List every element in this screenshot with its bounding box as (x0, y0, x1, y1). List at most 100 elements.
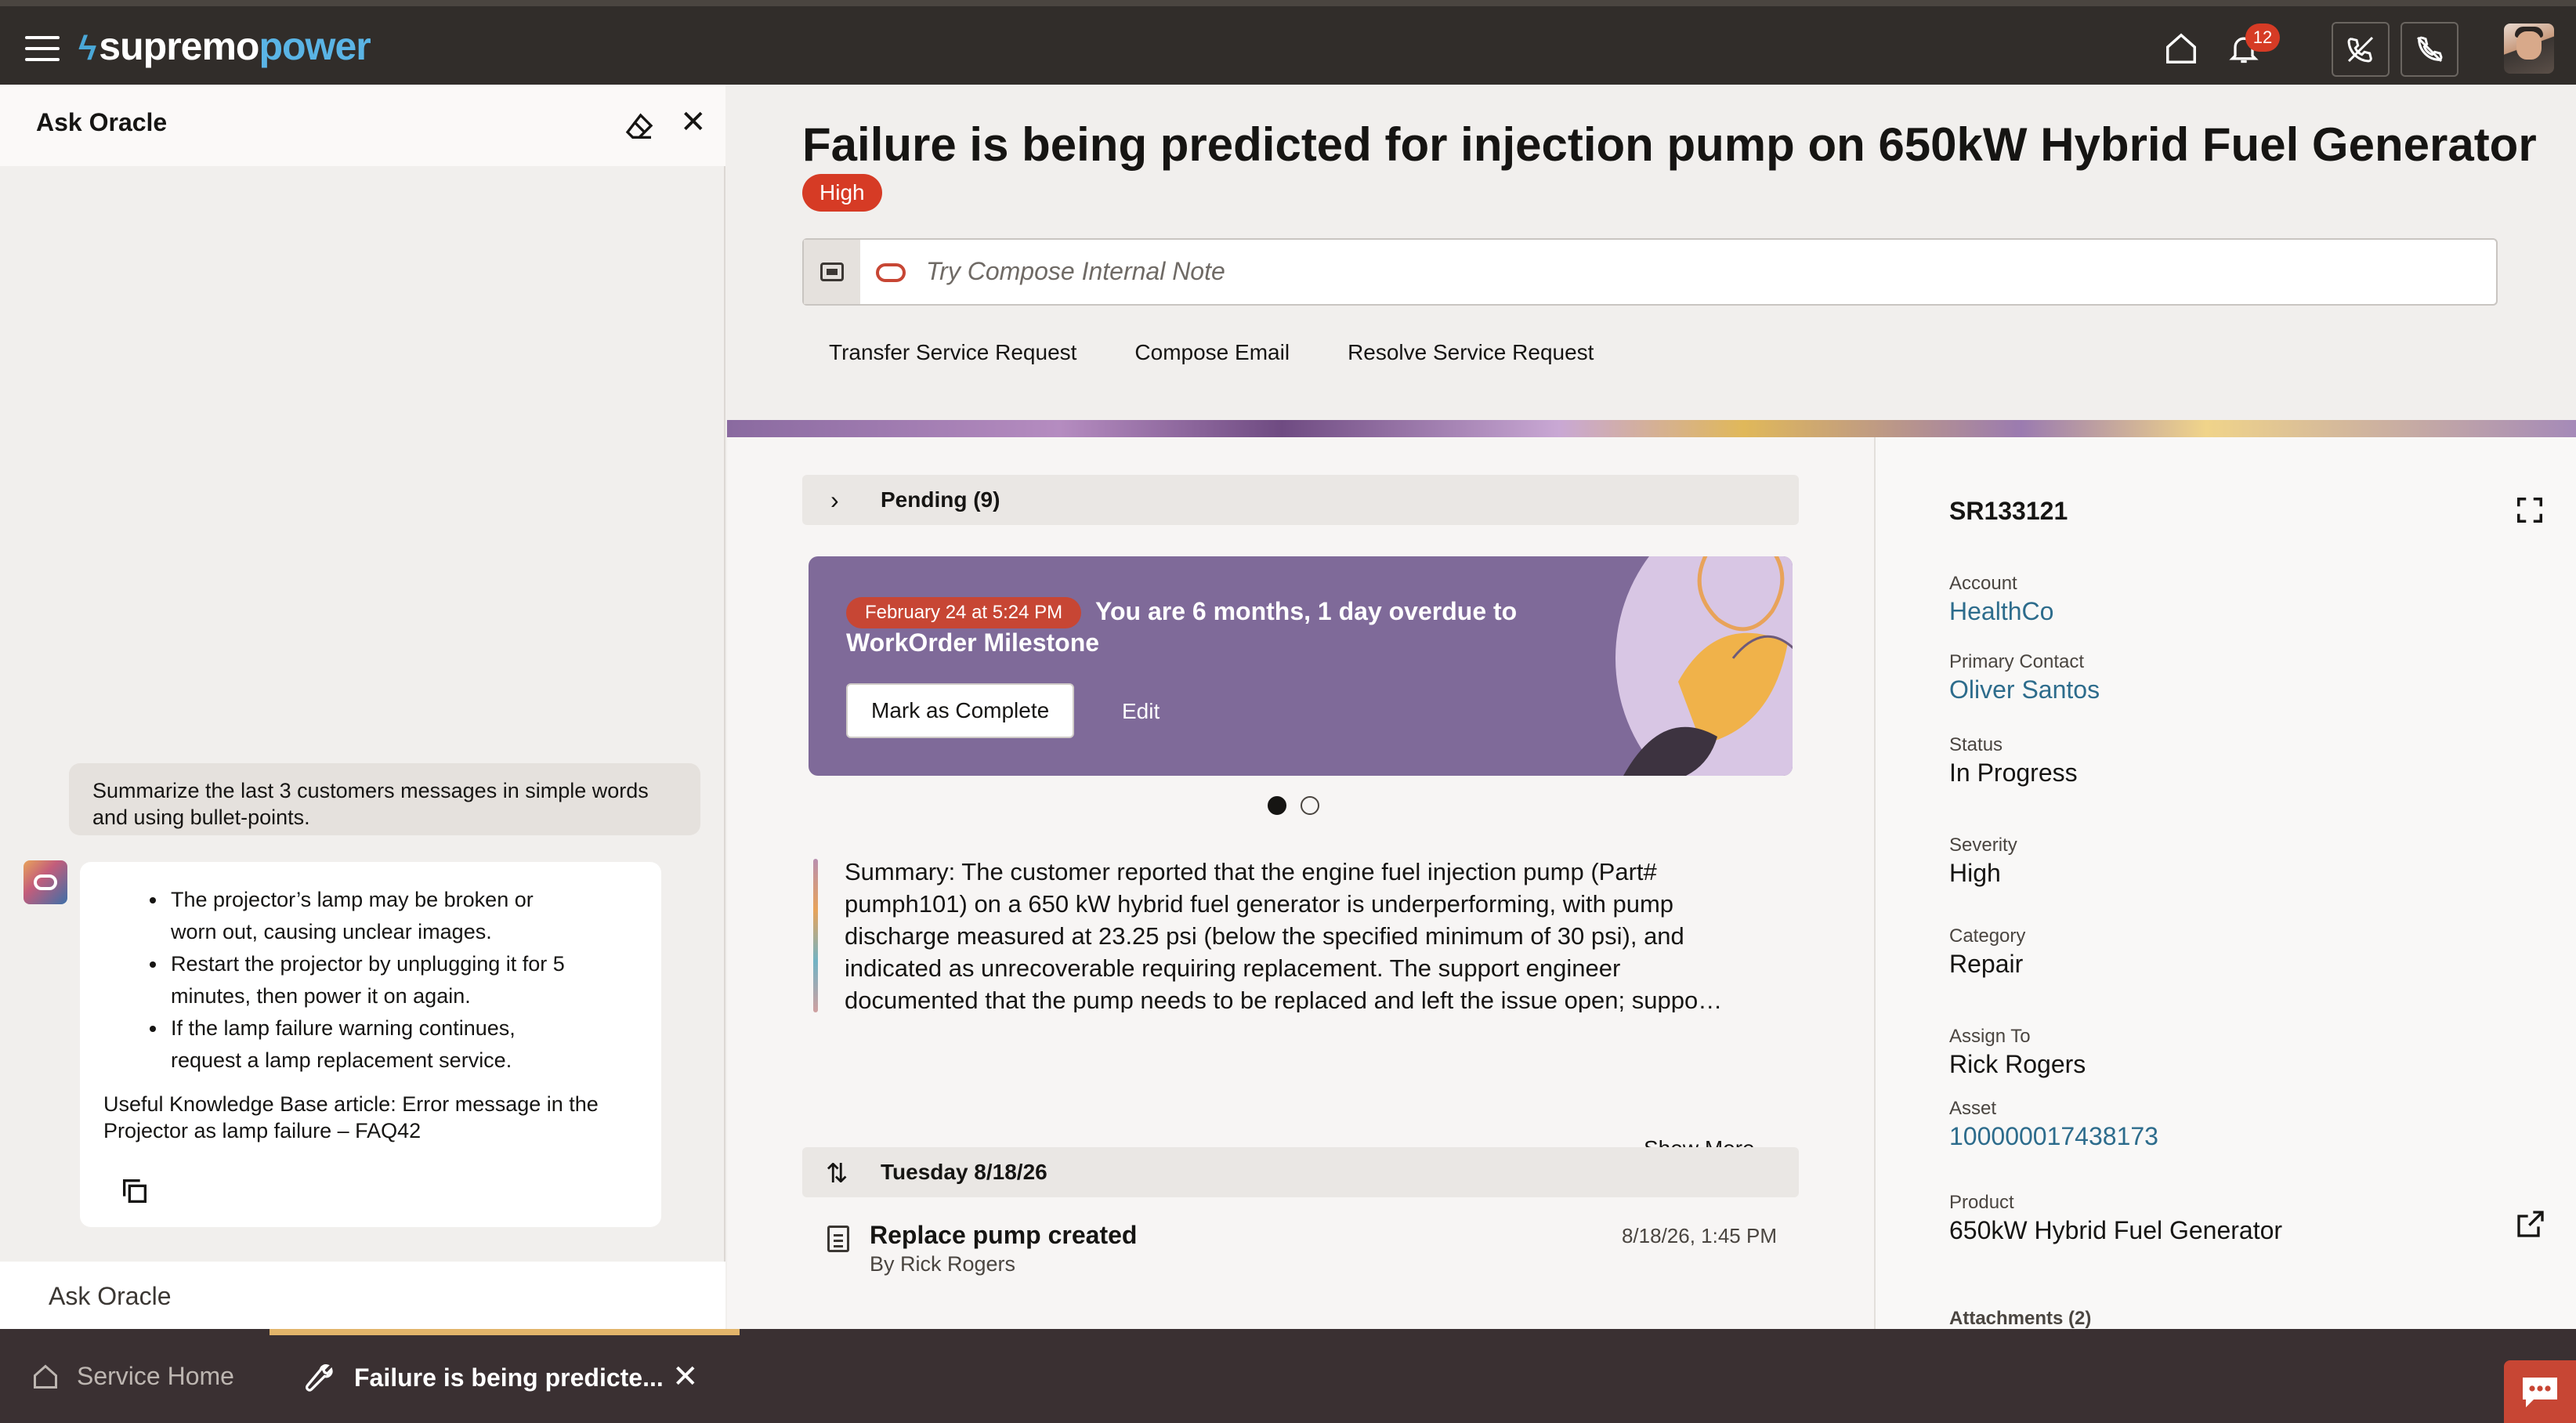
main-content: Failure is being predicted for injection… (727, 85, 2576, 1329)
service-request-id: SR133121 (1949, 497, 2068, 525)
asset-label: Asset (1949, 1098, 1997, 1119)
status-label: Status (1949, 734, 2003, 755)
hamburger-menu-icon[interactable] (25, 36, 60, 63)
user-message-bubble: Summarize the last 3 customers messages … (69, 763, 700, 835)
contact-label: Primary Contact (1949, 651, 2085, 672)
edit-milestone-button[interactable]: Edit (1122, 699, 1160, 724)
action-bar: Transfer Service Request Compose Email R… (829, 340, 1594, 365)
ai-summary: Summary: The customer reported that the … (813, 856, 1738, 1012)
list-item: Restart the projector by unplugging it f… (168, 948, 575, 1012)
product-value: 650kW Hybrid Fuel Generator (1949, 1216, 2283, 1244)
assign-label: Assign To (1949, 1026, 2031, 1047)
attachments-field[interactable]: Attachments (2) (1949, 1307, 2091, 1331)
compose-note-field[interactable]: Try Compose Internal Note (802, 238, 2498, 306)
activity-timestamp: 8/18/26, 1:45 PM (1621, 1224, 1777, 1247)
note-type-button[interactable] (804, 240, 860, 304)
close-icon[interactable]: ✕ (680, 107, 707, 138)
document-icon (827, 1226, 849, 1252)
details-panel: SR133121 Account HealthCo Primary Contac… (1874, 437, 2576, 1329)
chat-bubble-icon (2523, 1378, 2557, 1407)
close-tab-icon[interactable]: ✕ (672, 1359, 699, 1395)
agent-status-toggle[interactable] (2332, 22, 2390, 77)
summary-accent-bar (813, 859, 818, 1012)
ask-oracle-input[interactable]: Ask Oracle (0, 1262, 725, 1329)
assign-field: Assign To Rick Rogers (1949, 1025, 2086, 1080)
open-external-icon[interactable] (2515, 1208, 2546, 1240)
activity-feed: › Pending (9) You are 6 months, 1 day ov… (727, 437, 1874, 1329)
oracle-logo-icon (876, 263, 906, 282)
ask-oracle-panel: Ask Oracle ✕ Summarize the last 3 custom… (0, 85, 725, 1329)
status-field: Status In Progress (1949, 733, 2078, 788)
carousel-dot-2[interactable] (1301, 796, 1319, 815)
notification-count-badge: 12 (2245, 24, 2280, 52)
app-logo[interactable]: ϟsupremopower (78, 24, 371, 69)
pending-section-toggle[interactable]: › Pending (9) (802, 475, 1799, 525)
assign-value: Rick Rogers (1949, 1050, 2086, 1078)
severity-label: Severity (1949, 835, 2017, 856)
user-avatar[interactable] (2504, 24, 2554, 74)
product-field: Product 650kW Hybrid Fuel Generator (1949, 1191, 2282, 1246)
chevron-right-icon: › (830, 486, 839, 514)
tab-service-home-label: Service Home (77, 1362, 234, 1390)
copy-icon[interactable] (119, 1175, 150, 1207)
list-item: The projector’s lamp may be broken or wo… (168, 884, 575, 948)
category-label: Category (1949, 925, 2026, 947)
resolve-service-request-button[interactable]: Resolve Service Request (1348, 340, 1594, 365)
category-value: Repair (1949, 950, 2024, 978)
record-header: Failure is being predicted for injection… (727, 85, 2576, 420)
summary-text: Summary: The customer reported that the … (845, 858, 1723, 1012)
bottom-tab-bar: Service Home Failure is being predicte..… (0, 1329, 2576, 1423)
severity-value: High (1949, 859, 2001, 887)
severity-badge: High (802, 174, 882, 212)
knowledge-base-note: Useful Knowledge Base article: Error mes… (103, 1092, 599, 1142)
attachments-label[interactable]: Attachments (2) (1949, 1307, 2091, 1331)
account-label: Account (1949, 573, 2017, 594)
product-label: Product (1949, 1192, 2014, 1213)
status-value: In Progress (1949, 759, 2078, 787)
category-field: Category Repair (1949, 925, 2025, 979)
ask-oracle-title: Ask Oracle (36, 108, 168, 136)
phone-off-icon (2347, 36, 2374, 63)
decorative-banner (727, 420, 2576, 437)
tab-active-record[interactable]: Failure is being predicte... ✕ (270, 1329, 740, 1423)
bot-message-bubble: The projector’s lamp may be broken or wo… (80, 862, 661, 1227)
call-toggle[interactable] (2401, 22, 2458, 77)
milestone-date-badge: February 24 at 5:24 PM (846, 597, 1082, 628)
activity-author: By Rick Rogers (870, 1252, 1016, 1276)
phone-disabled-icon (2416, 36, 2443, 63)
contact-link[interactable]: Oliver Santos (1949, 674, 2100, 705)
page-title: Failure is being predicted for injection… (802, 118, 2537, 171)
transfer-service-request-button[interactable]: Transfer Service Request (829, 340, 1076, 365)
chat-button[interactable] (2504, 1360, 2576, 1423)
compose-email-button[interactable]: Compose Email (1134, 340, 1290, 365)
carousel-dot-1[interactable] (1268, 796, 1286, 815)
tab-service-home[interactable]: Service Home (31, 1362, 234, 1391)
expand-icon[interactable] (2515, 495, 2545, 525)
milestone-card: You are 6 months, 1 day overdue to WorkO… (809, 556, 1793, 776)
eraser-icon[interactable] (624, 111, 655, 143)
ask-oracle-header: Ask Oracle ✕ (0, 85, 725, 166)
top-bar: ϟsupremopower 12 (0, 0, 2576, 85)
sort-icon[interactable]: ⇅ (826, 1158, 848, 1189)
asset-link[interactable]: 100000017438173 (1949, 1121, 2158, 1152)
decorative-art (1615, 556, 1793, 776)
day-label: Tuesday 8/18/26 (881, 1160, 1047, 1184)
tab-active-label: Failure is being predicte... (354, 1363, 664, 1392)
account-field: Account HealthCo (1949, 572, 2053, 627)
carousel-pagination (1268, 796, 1319, 815)
compose-placeholder: Try Compose Internal Note (926, 257, 1225, 285)
activity-title: Replace pump created (870, 1221, 1138, 1249)
severity-field: Severity High (1949, 834, 2017, 889)
activity-item[interactable]: Replace pump created By Rick Rogers 8/18… (827, 1221, 1777, 1284)
oracle-bot-avatar (24, 860, 67, 904)
wrench-icon (305, 1364, 333, 1392)
home-icon[interactable] (2159, 27, 2203, 71)
mark-as-complete-button[interactable]: Mark as Complete (846, 683, 1075, 738)
note-icon (820, 263, 844, 281)
list-item: If the lamp failure warning continues, r… (168, 1012, 575, 1077)
bot-bullet-list: The projector’s lamp may be broken or wo… (168, 884, 638, 1077)
contact-field: Primary Contact Oliver Santos (1949, 650, 2100, 705)
pending-label: Pending (9) (881, 487, 1000, 512)
account-link[interactable]: HealthCo (1949, 596, 2053, 627)
day-group-header: ⇅ Tuesday 8/18/26 (802, 1147, 1799, 1197)
